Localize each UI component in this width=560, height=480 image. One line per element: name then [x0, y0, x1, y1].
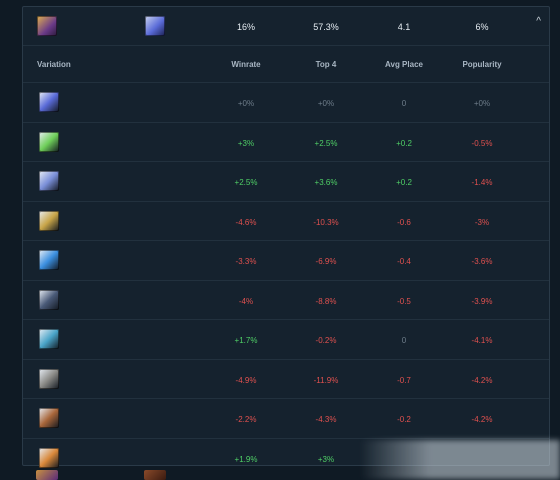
cell-top4: -8.8% [315, 296, 337, 306]
cell-winrate: +1.9% [234, 454, 258, 464]
variation-row[interactable]: -3.3% -6.9% -0.4 -3.6% [23, 240, 549, 280]
cell-popularity: +0% [473, 99, 491, 108]
summary-top4: 57.3% [313, 22, 339, 32]
cell-top4: -0.2% [315, 336, 337, 345]
variation-row[interactable]: +0% +0% 0 +0% [23, 82, 549, 122]
cell-winrate: -4.6% [235, 217, 257, 227]
composition-summary-row[interactable]: 16% 57.3% 4.1 6% ^ [23, 7, 549, 46]
column-top4[interactable]: Top 4 [291, 60, 361, 69]
dark-relic-item-icon [39, 289, 59, 310]
variation-row[interactable]: -4.9% -11.9% -0.7 -4.2% [23, 358, 549, 399]
cell-top4: -10.3% [313, 217, 339, 227]
crystal-orb-item-icon [39, 171, 59, 191]
summary-popularity: 6% [475, 22, 489, 32]
cell-winrate: -4% [238, 296, 254, 306]
stone-helm-item-icon [39, 368, 59, 389]
blurred-overlay [360, 440, 560, 479]
summary-avg-place: 4.1 [397, 22, 411, 32]
cell-avg-place: +0.2 [396, 138, 412, 148]
column-winrate[interactable]: Winrate [211, 60, 281, 69]
cell-top4: -6.9% [315, 257, 337, 266]
cell-winrate: -3.3% [235, 257, 257, 266]
cell-popularity: -1.4% [471, 178, 493, 187]
column-avg-place[interactable]: Avg Place [369, 60, 439, 69]
cell-avg-place: -0.4 [397, 257, 411, 266]
ice-gauntlet-item-icon [39, 329, 59, 349]
cell-winrate: +3% [237, 138, 255, 148]
cell-winrate: +2.5% [234, 178, 258, 187]
column-header-row: Variation Winrate Top 4 Avg Place Popula… [23, 46, 549, 82]
winged-blade-item-icon [145, 16, 165, 36]
variation-row[interactable]: -4.6% -10.3% -0.6 -3% [23, 200, 549, 241]
variation-row[interactable]: +3% +2.5% +0.2 -0.5% [23, 121, 549, 162]
cell-top4: +0% [317, 99, 335, 108]
winged-blade-item-icon [39, 92, 59, 112]
variation-row[interactable]: -4% -8.8% -0.5 -3.9% [23, 279, 549, 320]
champion-portrait-icon [37, 16, 57, 36]
cell-avg-place: -0.2 [397, 415, 411, 424]
cell-top4: +3% [317, 454, 335, 464]
cell-winrate: -4.9% [235, 375, 257, 385]
cell-popularity: -4.2% [471, 415, 493, 424]
cell-popularity: -4.1% [471, 336, 493, 345]
cell-top4: +2.5% [314, 138, 338, 148]
column-variation[interactable]: Variation [37, 60, 97, 69]
cell-popularity: -3% [474, 217, 490, 227]
variation-panel: 16% 57.3% 4.1 6% ^ Variation Winrate Top… [22, 6, 550, 468]
cell-avg-place: 0 [401, 99, 407, 108]
cell-popularity: -4.2% [471, 375, 493, 385]
cell-popularity: -3.9% [471, 296, 493, 306]
bronze-chest-item-icon [39, 408, 59, 428]
variation-row[interactable]: -2.2% -4.3% -0.2 -4.2% [23, 398, 549, 438]
cell-top4: -4.3% [315, 415, 337, 424]
variation-row[interactable]: +1.7% -0.2% 0 -4.1% [23, 319, 549, 359]
summary-winrate: 16% [236, 22, 255, 32]
golden-claw-item-icon [39, 210, 59, 231]
cell-popularity: -3.6% [471, 257, 493, 266]
cell-avg-place: -0.7 [397, 375, 411, 385]
cell-avg-place: 0 [401, 336, 407, 345]
cell-popularity: -0.5% [471, 138, 493, 148]
variation-row[interactable]: +2.5% +3.6% +0.2 -1.4% [23, 161, 549, 201]
flame-crest-item-icon [39, 447, 59, 468]
cell-avg-place: +0.2 [396, 178, 412, 187]
cell-top4: +3.6% [314, 178, 338, 187]
cell-winrate: +0% [237, 99, 255, 108]
cell-avg-place: -0.6 [397, 217, 411, 227]
cell-winrate: +1.7% [234, 336, 258, 345]
collapse-chevron-icon[interactable]: ^ [536, 16, 541, 27]
blue-sphere-item-icon [39, 250, 59, 270]
green-slash-item-icon [39, 131, 59, 152]
cell-winrate: -2.2% [235, 415, 257, 424]
cell-avg-place: -0.5 [397, 296, 411, 306]
column-popularity[interactable]: Popularity [447, 60, 517, 69]
cell-top4: -11.9% [313, 375, 339, 385]
